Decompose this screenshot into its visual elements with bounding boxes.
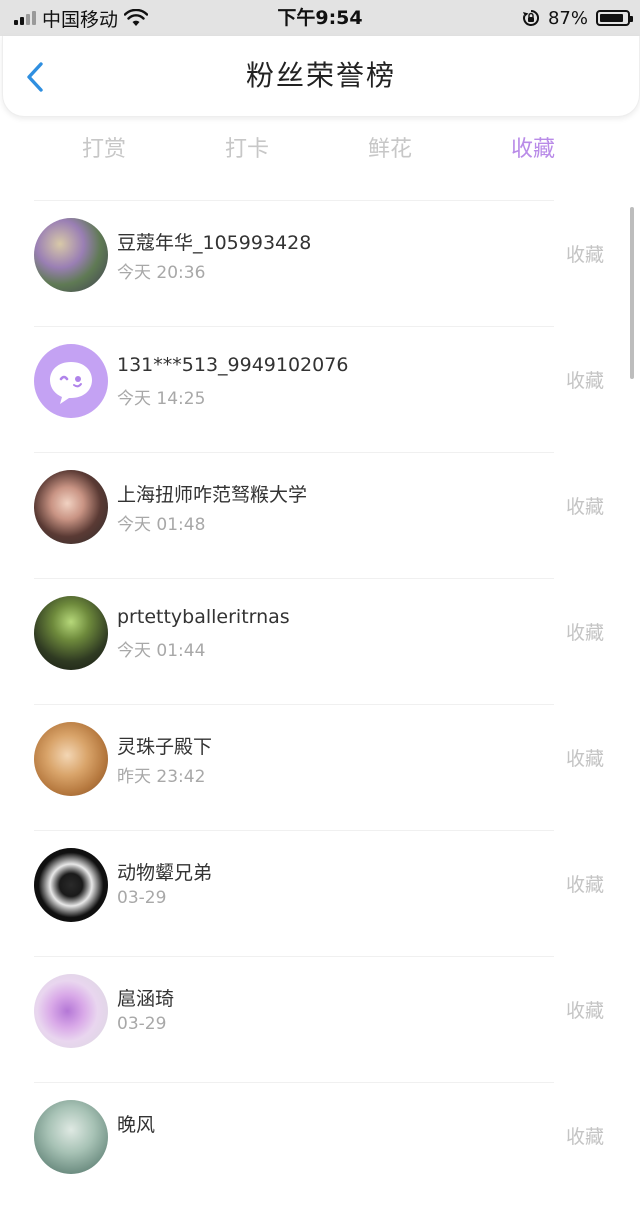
list-item[interactable]: 灵珠子殿下 昨天 23:42 收藏 [0, 704, 640, 830]
status-bar: 中国移动 下午9:54 87% [0, 0, 640, 36]
tab-tip[interactable]: 打赏 [82, 126, 126, 174]
favorite-label: 收藏 [565, 496, 604, 518]
list-item[interactable]: 上海扭师咋范驽糇大学 今天 01:48 收藏 [0, 452, 640, 578]
fan-time: 昨天 23:42 [117, 767, 206, 787]
page-title: 粉丝荣誉榜 [245, 59, 396, 92]
scrollbar[interactable] [630, 207, 634, 379]
tab-favorites[interactable]: 收藏 [511, 126, 555, 174]
fan-time: 今天 01:44 [117, 641, 206, 661]
list-item[interactable]: 豆蔻年华_105993428 今天 20:36 收藏 [0, 200, 640, 326]
favorite-label: 收藏 [565, 244, 604, 266]
avatar [34, 722, 108, 796]
fan-name: 晚风 [117, 1114, 156, 1136]
avatar [34, 1100, 108, 1174]
tab-bar: 打赏 打卡 鲜花 收藏 [0, 126, 640, 174]
fan-name: 上海扭师咋范驽糇大学 [117, 484, 308, 506]
battery-percent: 87% [547, 7, 588, 29]
list-item[interactable]: 晚风 收藏 [0, 1082, 640, 1208]
fan-name: 扈涵琦 [117, 988, 175, 1010]
orientation-lock-icon [522, 9, 539, 26]
avatar [34, 974, 108, 1048]
fan-name: 灵珠子殿下 [117, 736, 213, 758]
list-item[interactable]: 扈涵琦 03-29 收藏 [0, 956, 640, 1082]
fan-name: prtettyballeritrnas [117, 606, 290, 628]
avatar [34, 344, 108, 418]
fan-time: 今天 14:25 [117, 389, 206, 409]
fan-name: 豆蔻年华_105993428 [117, 232, 312, 254]
fan-time: 03-29 [117, 1014, 167, 1034]
tab-checkin[interactable]: 打卡 [225, 126, 269, 174]
list-item[interactable]: 131***513_9949102076 今天 14:25 收藏 [0, 326, 640, 452]
favorite-label: 收藏 [565, 1126, 604, 1148]
favorite-label: 收藏 [565, 748, 604, 770]
battery-icon [596, 10, 633, 26]
avatar [34, 848, 108, 922]
favorite-label: 收藏 [565, 622, 604, 644]
list-item[interactable]: prtettyballeritrnas 今天 01:44 收藏 [0, 578, 640, 704]
fan-time: 今天 20:36 [117, 263, 206, 283]
chat-bubble-icon [50, 362, 92, 404]
avatar [34, 596, 108, 670]
favorite-label: 收藏 [565, 1000, 604, 1022]
fan-name: 131***513_9949102076 [117, 354, 349, 376]
fan-name: 动物颦兄弟 [117, 862, 213, 884]
fan-time: 今天 01:48 [117, 515, 206, 535]
fan-time: 03-29 [117, 888, 167, 908]
favorite-label: 收藏 [565, 370, 604, 392]
favorite-label: 收藏 [565, 874, 604, 896]
avatar [34, 218, 108, 292]
status-right: 87% [522, 0, 633, 36]
avatar [34, 470, 108, 544]
tab-flowers[interactable]: 鲜花 [368, 126, 412, 174]
list-item[interactable]: 动物颦兄弟 03-29 收藏 [0, 830, 640, 956]
nav-header: 粉丝荣誉榜 [2, 36, 640, 117]
